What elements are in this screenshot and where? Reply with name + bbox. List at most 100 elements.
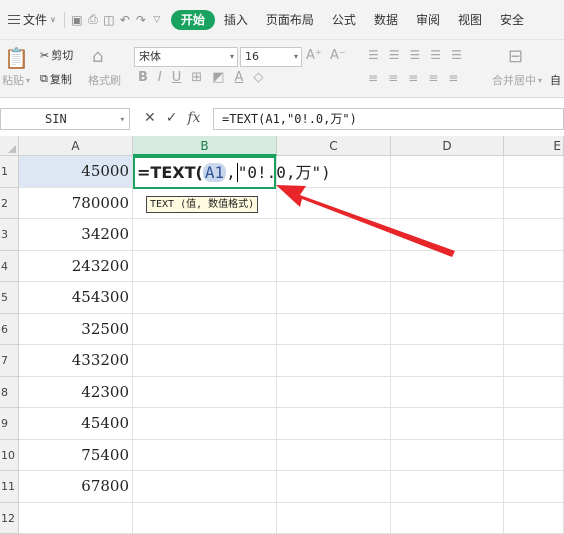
cell-a[interactable]: 75400 <box>19 440 133 472</box>
tab-security[interactable]: 安全 <box>491 8 533 32</box>
cell[interactable] <box>391 503 504 534</box>
cell-a[interactable]: 32500 <box>19 314 133 346</box>
cell[interactable] <box>133 440 277 472</box>
row-header[interactable]: 10 <box>0 440 19 472</box>
tab-data[interactable]: 数据 <box>365 8 407 32</box>
tab-formulas[interactable]: 公式 <box>323 8 365 32</box>
cell[interactable] <box>277 314 391 346</box>
row-header[interactable]: 2 <box>0 188 19 220</box>
row-header[interactable]: 5 <box>0 282 19 314</box>
cell-a[interactable]: 45000 <box>19 156 133 188</box>
column-header-c[interactable]: C <box>277 136 391 156</box>
cell[interactable] <box>277 440 391 472</box>
cell-editor[interactable]: =TEXT(A1,"0!.0,万") <box>133 156 276 189</box>
align-middle-icon[interactable]: ☰ <box>389 48 400 62</box>
tab-page-layout[interactable]: 页面布局 <box>257 8 323 32</box>
row-header[interactable]: 8 <box>0 377 19 409</box>
align-right-icon[interactable]: ≡ <box>408 71 418 85</box>
cell-a[interactable]: 45400 <box>19 408 133 440</box>
paste-button[interactable]: 粘贴▾ <box>2 72 30 88</box>
cell[interactable] <box>391 471 504 503</box>
tab-home[interactable]: 开始 <box>171 10 215 30</box>
bold-icon[interactable]: B <box>138 70 148 85</box>
column-header-e[interactable]: E <box>504 136 564 156</box>
save-icon[interactable]: ▣ <box>69 12 85 28</box>
cell[interactable] <box>133 377 277 409</box>
increase-font-icon[interactable]: A⁺ <box>306 48 322 63</box>
cell[interactable] <box>277 377 391 409</box>
name-box[interactable]: SIN ▾ <box>0 108 130 130</box>
print-preview-icon[interactable]: ◫ <box>101 12 117 28</box>
cut-button[interactable]: ✂ 剪切 <box>40 47 73 63</box>
cell-a[interactable]: 433200 <box>19 345 133 377</box>
row-header[interactable]: 7 <box>0 345 19 377</box>
cell[interactable] <box>391 408 504 440</box>
font-size-select[interactable]: 16 ▾ <box>240 47 302 67</box>
cell-a[interactable]: 42300 <box>19 377 133 409</box>
cell[interactable] <box>504 188 564 220</box>
cell[interactable] <box>504 219 564 251</box>
cell-a[interactable]: 34200 <box>19 219 133 251</box>
confirm-icon[interactable]: ✓ <box>166 110 178 126</box>
cell-a[interactable]: 780000 <box>19 188 133 220</box>
tab-insert[interactable]: 插入 <box>215 8 257 32</box>
fill-color-icon[interactable]: ◩ <box>212 70 224 85</box>
row-header[interactable]: 12 <box>0 503 19 534</box>
italic-icon[interactable]: I <box>158 70 162 85</box>
cell[interactable] <box>133 471 277 503</box>
cell[interactable] <box>504 440 564 472</box>
formula-input[interactable]: =TEXT(A1,"0!.0,万") <box>213 108 564 130</box>
copy-button[interactable]: ⧉ 复制 <box>40 71 72 87</box>
outdent-icon[interactable]: ☰ <box>451 48 462 62</box>
decrease-font-icon[interactable]: A⁻ <box>330 48 346 63</box>
row-header[interactable]: 11 <box>0 471 19 503</box>
cell[interactable] <box>133 282 277 314</box>
underline-icon[interactable]: U <box>172 70 182 85</box>
cell[interactable] <box>277 408 391 440</box>
cancel-icon[interactable]: ✕ <box>144 110 156 126</box>
distribute-icon[interactable]: ≡ <box>448 71 458 85</box>
print-icon[interactable]: ⎙ <box>85 12 101 28</box>
cell[interactable] <box>277 219 391 251</box>
tab-review[interactable]: 审阅 <box>407 8 449 32</box>
column-header-d[interactable]: D <box>391 136 504 156</box>
cell[interactable] <box>391 251 504 283</box>
align-bottom-icon[interactable]: ☰ <box>410 48 421 62</box>
cell-a[interactable] <box>19 503 133 534</box>
cell[interactable] <box>504 314 564 346</box>
cell-a[interactable]: 454300 <box>19 282 133 314</box>
format-painter-icon[interactable]: ⌂ <box>92 46 103 67</box>
cell[interactable] <box>133 503 277 534</box>
justify-icon[interactable]: ≡ <box>428 71 438 85</box>
row-header[interactable]: 6 <box>0 314 19 346</box>
customize-icon[interactable]: ▽ <box>149 12 165 28</box>
cell[interactable] <box>504 503 564 534</box>
cell[interactable] <box>277 503 391 534</box>
cell[interactable] <box>391 314 504 346</box>
cell[interactable] <box>504 251 564 283</box>
merge-center-icon[interactable]: ⊟ <box>508 46 523 67</box>
font-name-select[interactable]: 宋体 ▾ <box>134 47 238 67</box>
cell[interactable] <box>277 251 391 283</box>
undo-icon[interactable]: ↶ <box>117 12 133 28</box>
file-menu[interactable]: 文件 ∨ <box>4 7 60 33</box>
column-header-a[interactable]: A <box>19 136 133 156</box>
cell[interactable] <box>391 282 504 314</box>
row-header[interactable]: 3 <box>0 219 19 251</box>
cell[interactable] <box>504 408 564 440</box>
cell[interactable] <box>391 188 504 220</box>
cell-a[interactable]: 67800 <box>19 471 133 503</box>
format-painter-label[interactable]: 格式刷 <box>88 72 121 88</box>
auto-wrap-label[interactable]: 自 <box>550 72 561 88</box>
cell[interactable] <box>504 345 564 377</box>
cell[interactable] <box>133 345 277 377</box>
cell[interactable] <box>277 188 391 220</box>
row-header[interactable]: 1 <box>0 156 19 188</box>
cell[interactable] <box>504 282 564 314</box>
cell[interactable] <box>391 377 504 409</box>
cell[interactable] <box>391 219 504 251</box>
cell[interactable] <box>133 314 277 346</box>
align-top-icon[interactable]: ☰ <box>368 48 379 62</box>
row-header[interactable]: 9 <box>0 408 19 440</box>
align-left-icon[interactable]: ≡ <box>368 71 378 85</box>
